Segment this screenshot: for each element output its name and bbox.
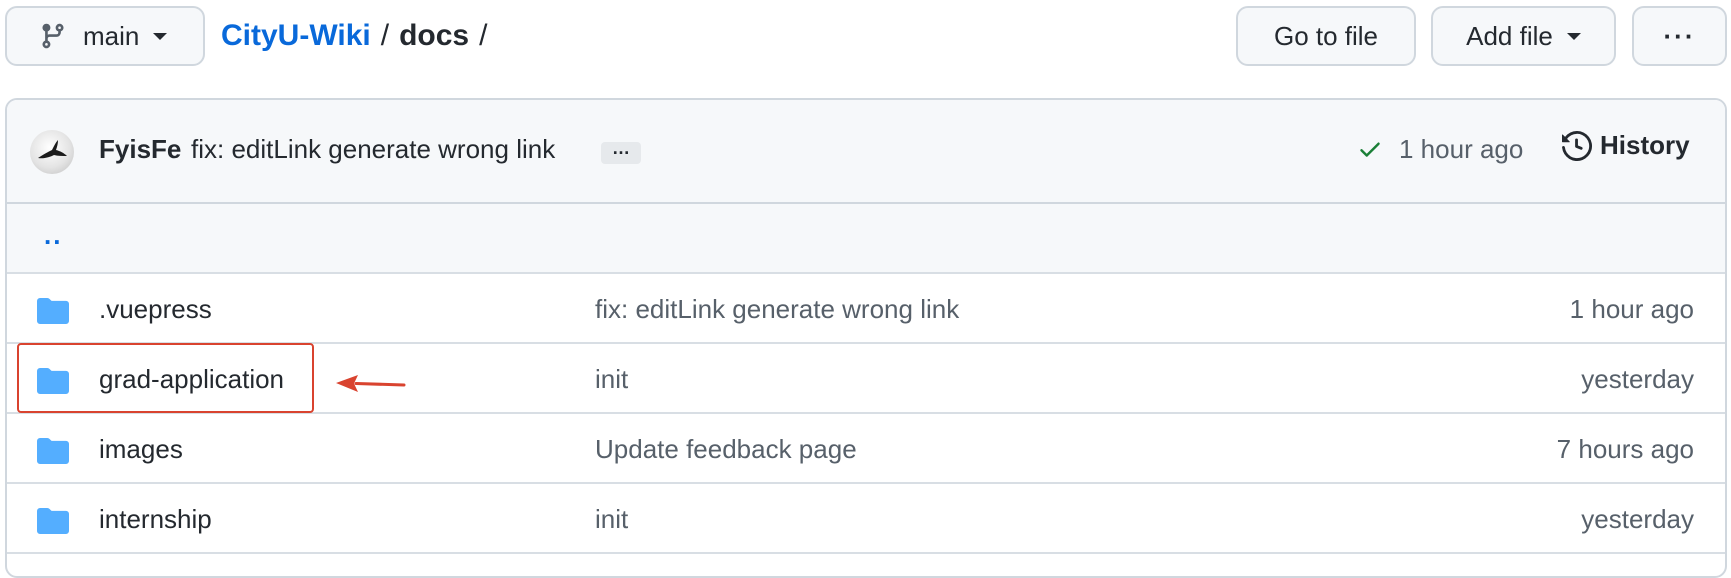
- breadcrumb-separator: /: [380, 19, 390, 52]
- file-commit-message-link[interactable]: init: [595, 504, 628, 535]
- parent-directory-link[interactable]: ..: [44, 220, 62, 251]
- folder-icon: [37, 438, 69, 464]
- add-file-label: Add file: [1466, 20, 1553, 51]
- file-name-link[interactable]: grad-application: [99, 364, 284, 395]
- expand-commit-message-button[interactable]: …: [601, 139, 641, 164]
- bird-avatar-icon: [38, 140, 67, 159]
- file-browser: FyisFe fix: editLink generate wrong link…: [5, 98, 1727, 578]
- history-label: History: [1600, 130, 1690, 160]
- commit-message-link[interactable]: fix: editLink generate wrong link: [191, 134, 555, 165]
- file-commit-time: 1 hour ago: [1569, 294, 1694, 324]
- repo-toolbar: main CityU-Wiki / docs / Go to file Add fil…: [0, 0, 1731, 68]
- avatar[interactable]: [30, 130, 74, 174]
- add-file-button[interactable]: Add file: [1431, 6, 1616, 66]
- file-name-link[interactable]: internship: [99, 504, 212, 535]
- commit-timestamp[interactable]: 1 hour ago: [1399, 134, 1523, 165]
- git-branch-icon: [42, 23, 64, 49]
- branch-label: main: [83, 20, 140, 51]
- go-to-file-button[interactable]: Go to file: [1236, 6, 1416, 66]
- history-link[interactable]: History: [1562, 130, 1690, 161]
- file-row[interactable]: grad-application init yesterday: [7, 344, 1725, 414]
- file-commit-message-link[interactable]: Update feedback page: [595, 434, 857, 465]
- chevron-down-icon: [153, 32, 168, 40]
- file-commit-time: yesterday: [1581, 504, 1694, 534]
- branch-selector-button[interactable]: main: [5, 6, 205, 66]
- chevron-down-icon: [1566, 32, 1581, 40]
- parent-directory-row[interactable]: ..: [7, 204, 1725, 274]
- file-commit-time: yesterday: [1581, 364, 1694, 394]
- more-options-button[interactable]: ···: [1632, 6, 1727, 66]
- file-row[interactable]: .vuepress fix: editLink generate wrong l…: [7, 274, 1725, 344]
- file-commit-time: 7 hours ago: [1556, 434, 1694, 464]
- file-name-link[interactable]: images: [99, 434, 183, 465]
- file-commit-message-link[interactable]: init: [595, 364, 628, 395]
- file-row[interactable]: images Update feedback page 7 hours ago: [7, 414, 1725, 484]
- folder-icon: [37, 508, 69, 534]
- latest-commit-bar: FyisFe fix: editLink generate wrong link…: [7, 100, 1725, 204]
- breadcrumb-repo-link[interactable]: CityU-Wiki: [221, 19, 371, 52]
- go-to-file-label: Go to file: [1273, 20, 1379, 51]
- check-icon[interactable]: [1357, 136, 1383, 162]
- breadcrumb-current-dir: docs: [399, 19, 470, 52]
- file-row[interactable]: internship init yesterday: [7, 484, 1725, 554]
- folder-icon: [37, 298, 69, 324]
- breadcrumb-separator: /: [479, 19, 488, 52]
- arrow-left-icon: [336, 375, 406, 392]
- breadcrumb: CityU-Wiki / docs /: [221, 14, 497, 58]
- file-commit-message-link[interactable]: fix: editLink generate wrong link: [595, 294, 959, 325]
- kebab-horizontal-icon: ···: [1663, 20, 1696, 51]
- history-icon: [1562, 130, 1592, 161]
- folder-icon: [37, 368, 69, 394]
- file-name-link[interactable]: .vuepress: [99, 294, 212, 325]
- commit-author-link[interactable]: FyisFe: [99, 134, 181, 165]
